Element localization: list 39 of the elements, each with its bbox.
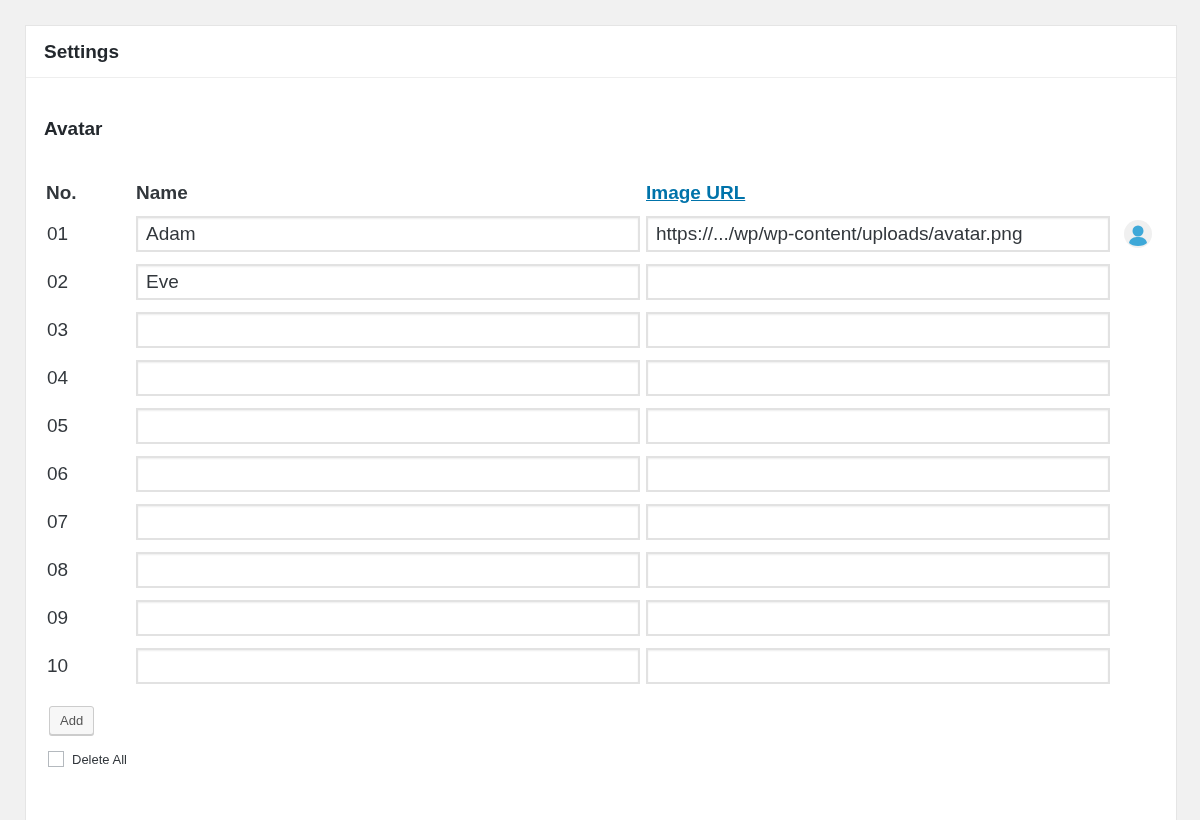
name-input[interactable]: Adam: [136, 216, 640, 252]
image-url-input[interactable]: [646, 504, 1110, 540]
add-button[interactable]: Add: [49, 706, 95, 735]
column-header: No.: [46, 182, 78, 204]
row-number: 08: [46, 559, 70, 581]
image-url-input[interactable]: [646, 408, 1110, 444]
image-url-input[interactable]: [646, 264, 1110, 300]
name-input[interactable]: [136, 408, 640, 444]
row-number: 04: [46, 367, 70, 389]
name-input[interactable]: [136, 648, 640, 684]
checkbox[interactable]: [48, 751, 64, 767]
image-url-input[interactable]: [646, 600, 1110, 636]
image-url-input[interactable]: [646, 456, 1110, 492]
image-url-input[interactable]: [646, 552, 1110, 588]
column-header: Name: [136, 182, 189, 204]
row-number: 01: [46, 223, 70, 245]
name-input[interactable]: [136, 456, 640, 492]
checkbox-label: Delete All: [72, 751, 127, 767]
name-input[interactable]: [136, 504, 640, 540]
row-number: 05: [46, 415, 70, 437]
row-number: 10: [46, 655, 70, 677]
image-url-input[interactable]: [646, 312, 1110, 348]
row-number: 09: [46, 607, 70, 629]
row-number: 02: [46, 271, 70, 293]
row-number: 07: [46, 511, 70, 533]
name-input[interactable]: Eve: [136, 264, 640, 300]
image-url-input[interactable]: https://.../wp/wp-content/uploads/avatar.png: [646, 216, 1110, 252]
name-input[interactable]: [136, 600, 640, 636]
image-url-input[interactable]: [646, 648, 1110, 684]
avatar-icon: [1124, 220, 1152, 248]
name-input[interactable]: [136, 312, 640, 348]
row-number: 03: [46, 319, 70, 341]
row-number: 06: [46, 463, 70, 485]
name-input[interactable]: [136, 360, 640, 396]
section-title: Avatar: [44, 118, 104, 140]
panel-title: Settings: [44, 40, 119, 63]
name-input[interactable]: [136, 552, 640, 588]
image-url-input[interactable]: [646, 360, 1110, 396]
column-header-link[interactable]: Image URL: [646, 182, 746, 204]
